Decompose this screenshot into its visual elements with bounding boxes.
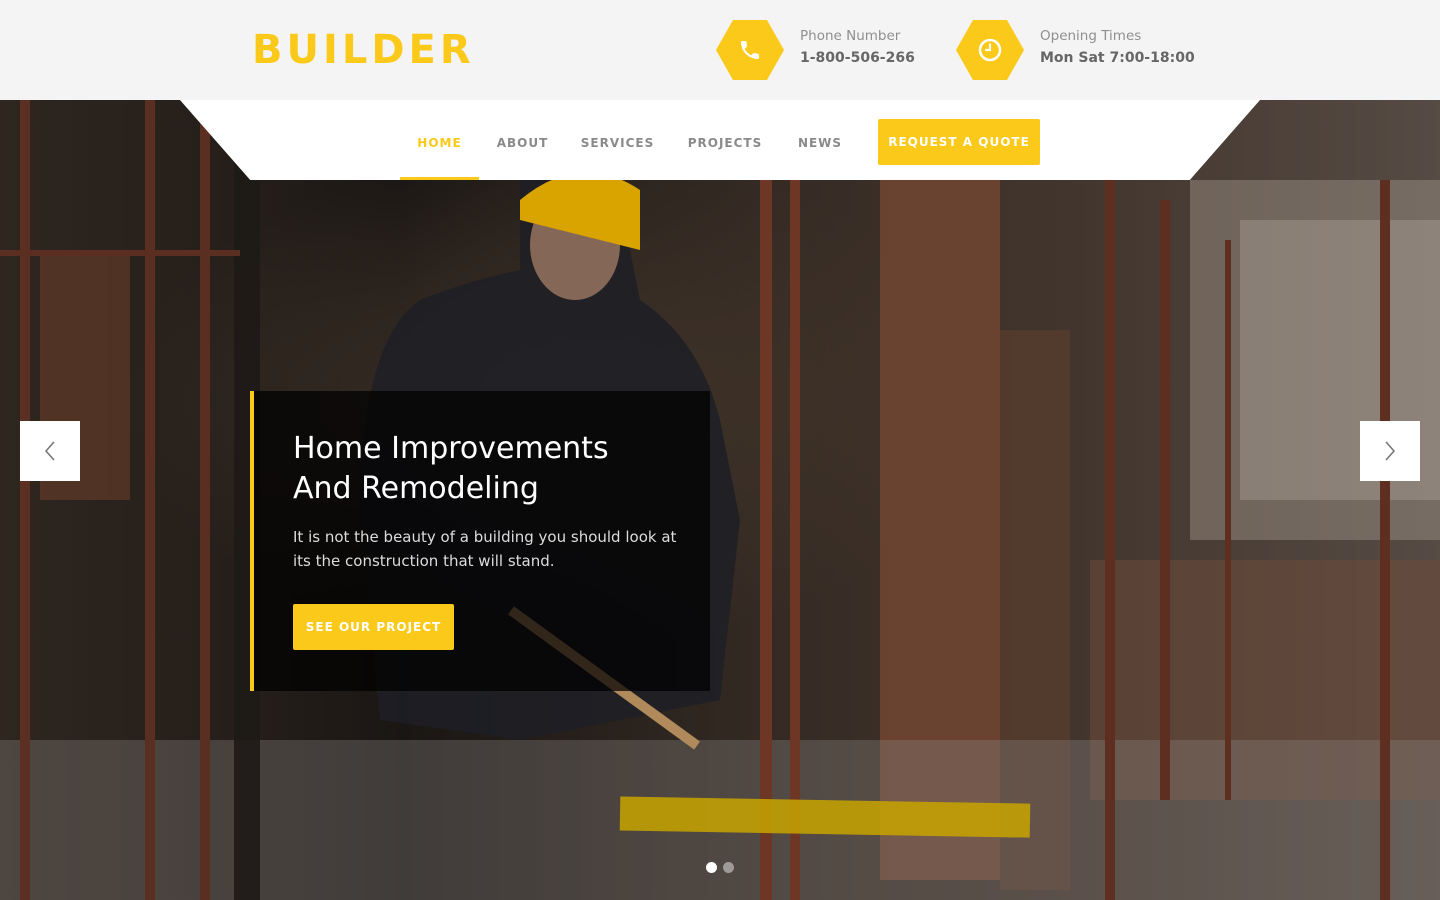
hero-background-image [0, 100, 1440, 900]
clock-icon [956, 20, 1024, 80]
hours-label: Opening Times [1040, 28, 1142, 44]
nav-item-services[interactable]: SERVICES [575, 100, 660, 180]
nav-item-news-label: NEWS [797, 136, 843, 150]
slider-dot[interactable] [706, 862, 717, 873]
nav-item-about[interactable]: ABOUT [485, 100, 560, 180]
slider-next-button[interactable] [1360, 421, 1420, 481]
slider-prev-button[interactable] [20, 421, 80, 481]
nav-item-news[interactable]: NEWS [790, 100, 850, 180]
site-logo[interactable]: BUILDER [252, 28, 475, 72]
phone-number[interactable]: 1-800-506-266 [800, 50, 915, 66]
hero-description: It is not the beauty of a building you s… [293, 525, 677, 573]
hero-description-line: It is not the beauty of a building you s… [293, 528, 677, 546]
see-project-button[interactable]: SEE OUR PROJECT [293, 604, 454, 650]
hero-caption: Home Improvements And Remodeling It is n… [250, 391, 710, 691]
hero-description-line: its the construction that will stand. [293, 552, 555, 570]
slider-dot[interactable] [723, 862, 734, 873]
hero-slider [0, 100, 1440, 900]
main-navigation: HOME ABOUT SERVICES PROJECTS NEWS REQUES… [180, 100, 1260, 180]
active-nav-indicator [400, 177, 479, 180]
phone-label: Phone Number [800, 28, 901, 44]
hero-title-line: Home Improvements [293, 431, 609, 466]
nav-item-about-label: ABOUT [496, 136, 549, 150]
phone-icon [716, 20, 784, 80]
nav-item-home[interactable]: HOME [400, 100, 479, 180]
nav-item-services-label: SERVICES [580, 136, 655, 150]
nav-item-projects[interactable]: PROJECTS [680, 100, 770, 180]
site-header: BUILDER Phone Number 1-800-506-266 Openi… [0, 0, 1440, 100]
hours-value: Mon Sat 7:00-18:00 [1040, 50, 1195, 66]
chevron-right-icon [1385, 441, 1396, 461]
hero-title-line: And Remodeling [293, 471, 539, 506]
nav-item-projects-label: PROJECTS [687, 136, 763, 150]
request-quote-button[interactable]: REQUEST A QUOTE [878, 119, 1040, 165]
chevron-left-icon [44, 441, 55, 461]
hero-title: Home Improvements And Remodeling [293, 429, 693, 509]
nav-item-home-label: HOME [417, 136, 462, 150]
